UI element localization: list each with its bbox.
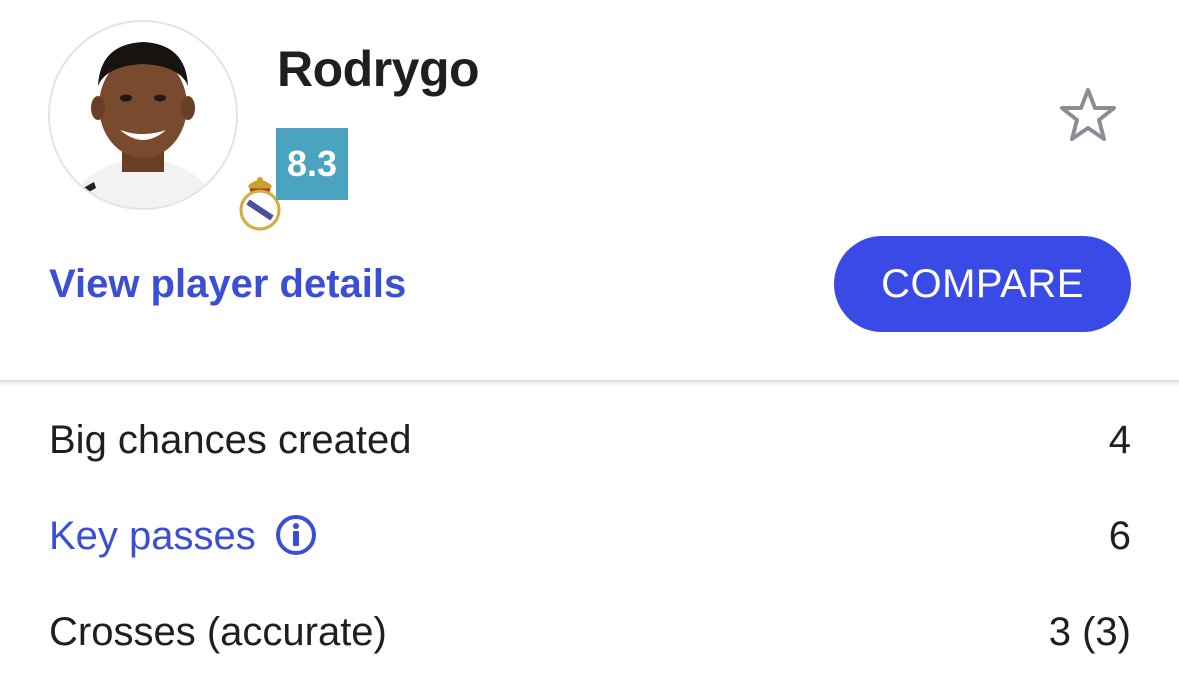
stat-label: Big chances created [49,418,412,462]
stat-label: Crosses (accurate) [49,610,387,654]
stat-row-crosses: Crosses (accurate) 3 (3) [0,610,1179,670]
compare-button[interactable]: COMPARE [834,236,1131,332]
star-icon[interactable] [1058,86,1118,146]
info-icon[interactable] [275,514,317,556]
player-header: Rodrygo 8.3 View player details COMPARE [0,0,1179,383]
player-name: Rodrygo [277,41,480,97]
stat-value: 6 [1108,514,1131,558]
stat-label-key-passes[interactable]: Key passes [49,514,256,559]
stat-value: 4 [1108,418,1131,462]
view-player-details-link[interactable]: View player details [49,262,406,307]
section-divider [0,380,1179,388]
stat-value: 3 (3) [1048,610,1131,654]
stat-row-key-passes: Key passes 6 [0,514,1179,574]
player-avatar[interactable] [48,20,281,231]
rating-badge: 8.3 [276,128,348,200]
player-photo [50,22,236,208]
stat-row-big-chances: Big chances created 4 [0,418,1179,478]
